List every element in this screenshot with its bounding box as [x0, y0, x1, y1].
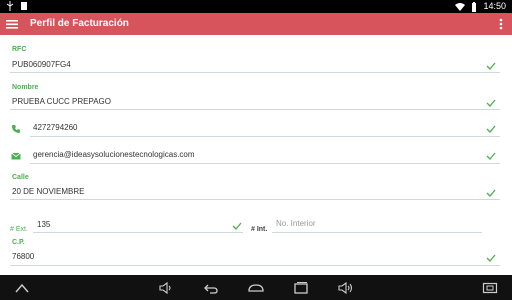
billing-profile-form: RFC PUB060907FG4 Nombre PRUEBA CUCC PREP… [0, 35, 512, 275]
int-underline [272, 232, 482, 233]
cp-underline [10, 265, 500, 266]
screenshot-icon[interactable] [482, 281, 498, 295]
nombre-underline [10, 109, 500, 110]
ext-label: # Ext. [10, 226, 28, 233]
email-field[interactable]: gerencia@ideasysolucionestecnologicas.co… [33, 150, 195, 159]
rfc-label: RFC [12, 46, 27, 53]
check-icon [232, 222, 242, 230]
calle-underline [10, 199, 500, 200]
check-icon [486, 125, 496, 133]
collapse-icon[interactable] [14, 281, 30, 295]
home-icon[interactable] [248, 281, 264, 295]
ext-field[interactable]: 135 [37, 220, 50, 229]
app-bar: Perfil de Facturación [0, 13, 512, 35]
int-label: # Int. [251, 226, 268, 233]
ext-underline [33, 232, 243, 233]
check-icon [486, 152, 496, 160]
status-right: 14:50 [455, 1, 506, 12]
check-icon [486, 254, 496, 262]
check-icon [486, 99, 496, 107]
cp-label: C.P. [12, 239, 25, 246]
check-icon [486, 62, 496, 70]
cp-field[interactable]: 76800 [12, 252, 34, 261]
int-field[interactable]: No. Interior [276, 219, 316, 228]
volume-up-icon[interactable] [338, 281, 354, 295]
calle-label: Calle [12, 174, 29, 181]
recents-icon[interactable] [293, 281, 309, 295]
nombre-field[interactable]: PRUEBA CUCC PREPAGO [12, 97, 111, 106]
system-nav-bar [0, 275, 512, 300]
status-left [6, 1, 28, 11]
back-icon[interactable] [203, 281, 219, 295]
email-icon [11, 152, 21, 160]
phone-field[interactable]: 4272794260 [33, 123, 78, 132]
status-time: 14:50 [483, 1, 506, 11]
calle-field[interactable]: 20 DE NOVIEMBRE [12, 187, 84, 196]
more-vert-icon[interactable] [496, 16, 506, 32]
email-underline [30, 163, 500, 164]
status-bar: 14:50 [0, 0, 512, 13]
usb-icon [6, 1, 14, 11]
battery-icon [472, 1, 477, 12]
check-icon [486, 189, 496, 197]
nombre-label: Nombre [12, 84, 39, 91]
page-title: Perfil de Facturación [30, 18, 129, 29]
volume-down-icon[interactable] [158, 281, 174, 295]
phone-underline [30, 136, 500, 137]
menu-icon[interactable] [4, 16, 20, 32]
notification-icon [21, 2, 27, 10]
rfc-underline [10, 72, 500, 73]
rfc-field[interactable]: PUB060907FG4 [12, 60, 71, 69]
phone-icon [12, 125, 20, 133]
wifi-icon [455, 2, 466, 11]
